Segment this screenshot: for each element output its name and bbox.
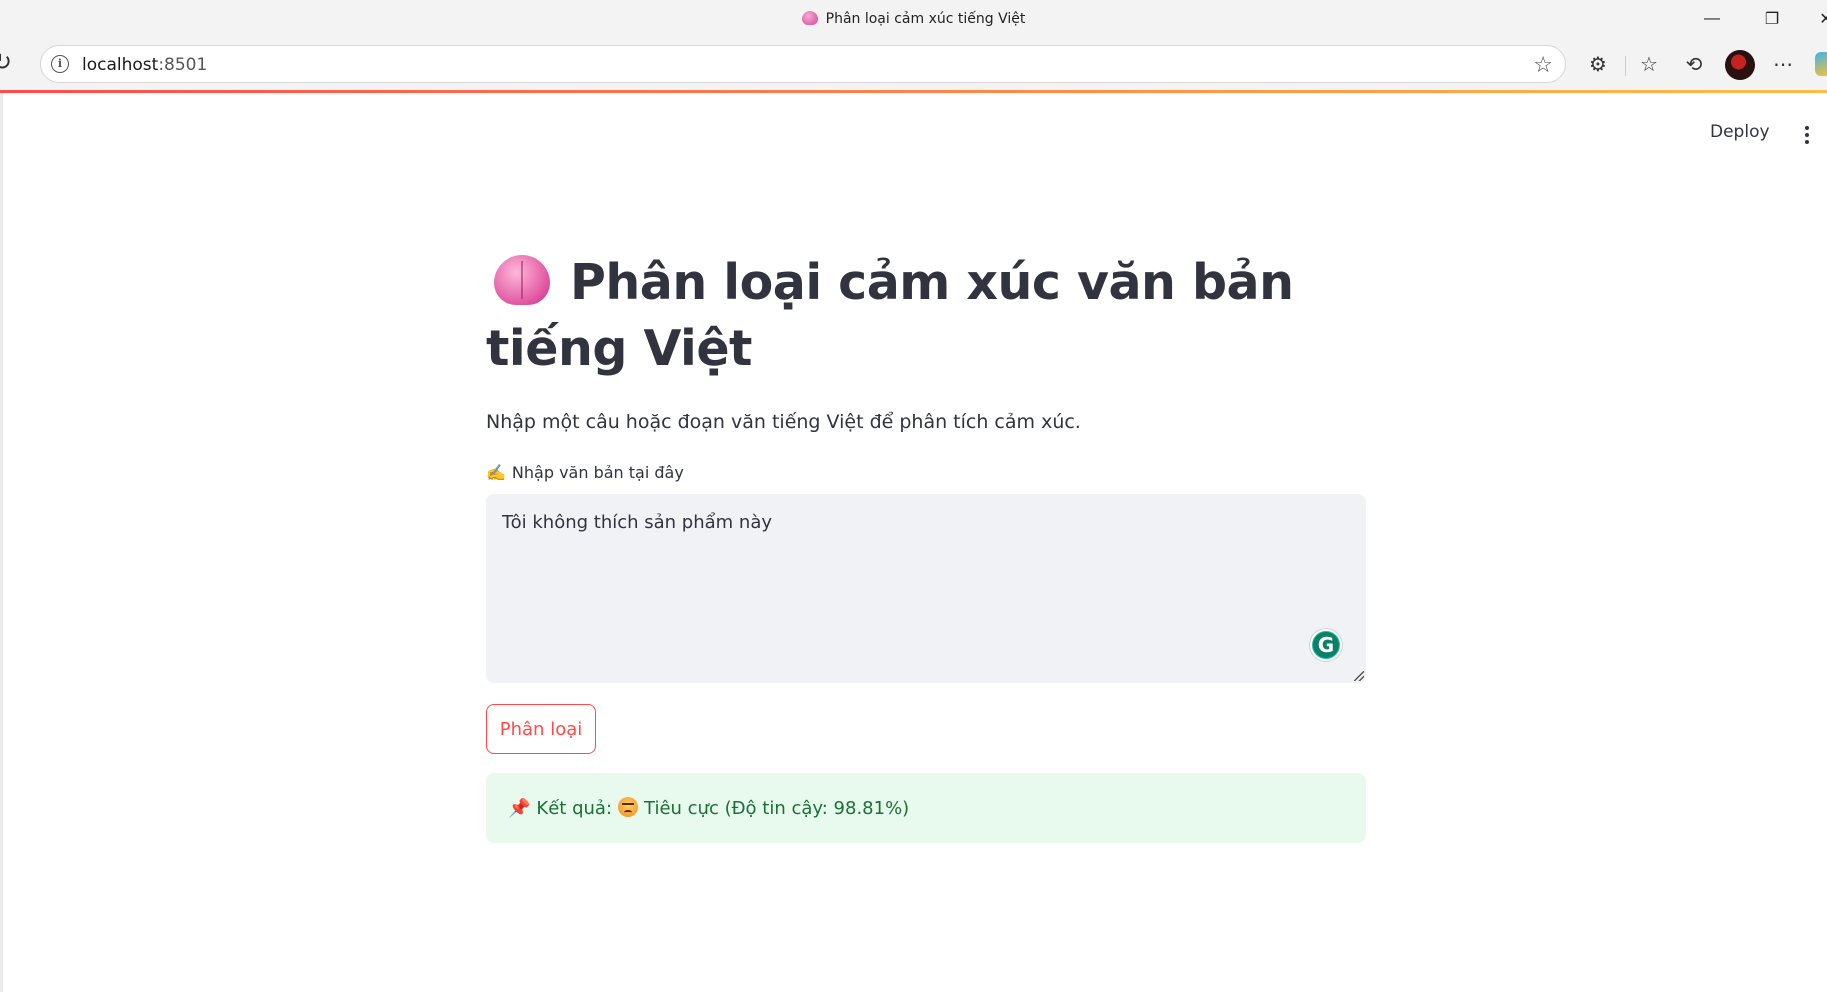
page-title-text: Phân loại cảm xúc văn bản tiếng Việt — [486, 254, 1294, 377]
close-button[interactable]: ✕ — [1806, 6, 1827, 32]
toolbar-separator — [1625, 56, 1626, 76]
profile-avatar[interactable] — [1725, 50, 1755, 80]
favorites-icon[interactable]: ☆ — [1634, 49, 1664, 79]
result-prefix: Kết quả: — [536, 798, 613, 819]
favorite-star-icon[interactable]: ☆ — [1533, 52, 1553, 78]
classify-button[interactable]: Phân loại — [486, 704, 596, 754]
deploy-button[interactable]: Deploy — [1710, 122, 1770, 142]
restore-button[interactable]: ❐ — [1752, 6, 1792, 32]
url-text[interactable]: localhost:8501 — [82, 55, 207, 75]
main-content: Phân loại cảm xúc văn bản tiếng Việt — [486, 250, 1366, 382]
text-input-area[interactable]: Tôi không thích sản phẩm này G — [486, 494, 1366, 683]
text-input-value[interactable]: Tôi không thích sản phẩm này — [502, 512, 772, 533]
window-left-edge — [0, 93, 3, 992]
history-icon[interactable]: ⟲ — [1679, 49, 1709, 79]
page-subtitle: Nhập một câu hoặc đoạn văn tiếng Việt để… — [486, 411, 1081, 433]
result-alert: 📌 Kết quả: Tiêu cực (Độ tin cậy: 98.81%) — [486, 773, 1366, 843]
url-port: :8501 — [158, 55, 208, 75]
page-title: Phân loại cảm xúc văn bản tiếng Việt — [486, 250, 1366, 382]
tab-title-text: Phân loại cảm xúc tiếng Việt — [825, 11, 1026, 27]
angry-face-icon — [618, 797, 639, 817]
copilot-icon[interactable] — [1815, 52, 1827, 76]
main-menu-icon[interactable] — [1800, 122, 1814, 148]
brain-favicon-icon — [801, 11, 818, 25]
address-bar[interactable]: i localhost:8501 ☆ — [40, 45, 1566, 83]
site-info-icon[interactable]: i — [51, 55, 69, 73]
minimize-button[interactable]: — — [1692, 6, 1732, 32]
reload-icon[interactable]: ↻ — [0, 48, 12, 77]
url-host: localhost — [82, 55, 159, 75]
grammarly-icon[interactable]: G — [1310, 629, 1342, 661]
writing-hand-icon: ✍️ — [486, 463, 506, 482]
pushpin-icon: 📌 — [508, 798, 531, 819]
input-label-text: Nhập văn bản tại đây — [511, 463, 684, 482]
tab-title[interactable]: Phân loại cảm xúc tiếng Việt — [0, 11, 1827, 27]
app-decoration-bar — [0, 90, 1827, 93]
result-value: Tiêu cực (Độ tin cậy: 98.81%) — [644, 798, 910, 819]
resize-handle[interactable] — [1354, 671, 1364, 681]
brain-icon — [494, 255, 550, 305]
result-text: 📌 Kết quả: Tiêu cực (Độ tin cậy: 98.81%) — [508, 797, 909, 819]
extensions-icon[interactable]: ⚙ — [1583, 49, 1613, 79]
browser-title-bar: Phân loại cảm xúc tiếng Việt — ❐ ✕ — [0, 0, 1827, 38]
more-icon[interactable]: ⋯ — [1768, 49, 1798, 79]
input-label: ✍️ Nhập văn bản tại đây — [486, 463, 684, 482]
browser-toolbar: ↻ i localhost:8501 ☆ ⚙ ☆ ⟲ ⋯ — [0, 38, 1827, 90]
